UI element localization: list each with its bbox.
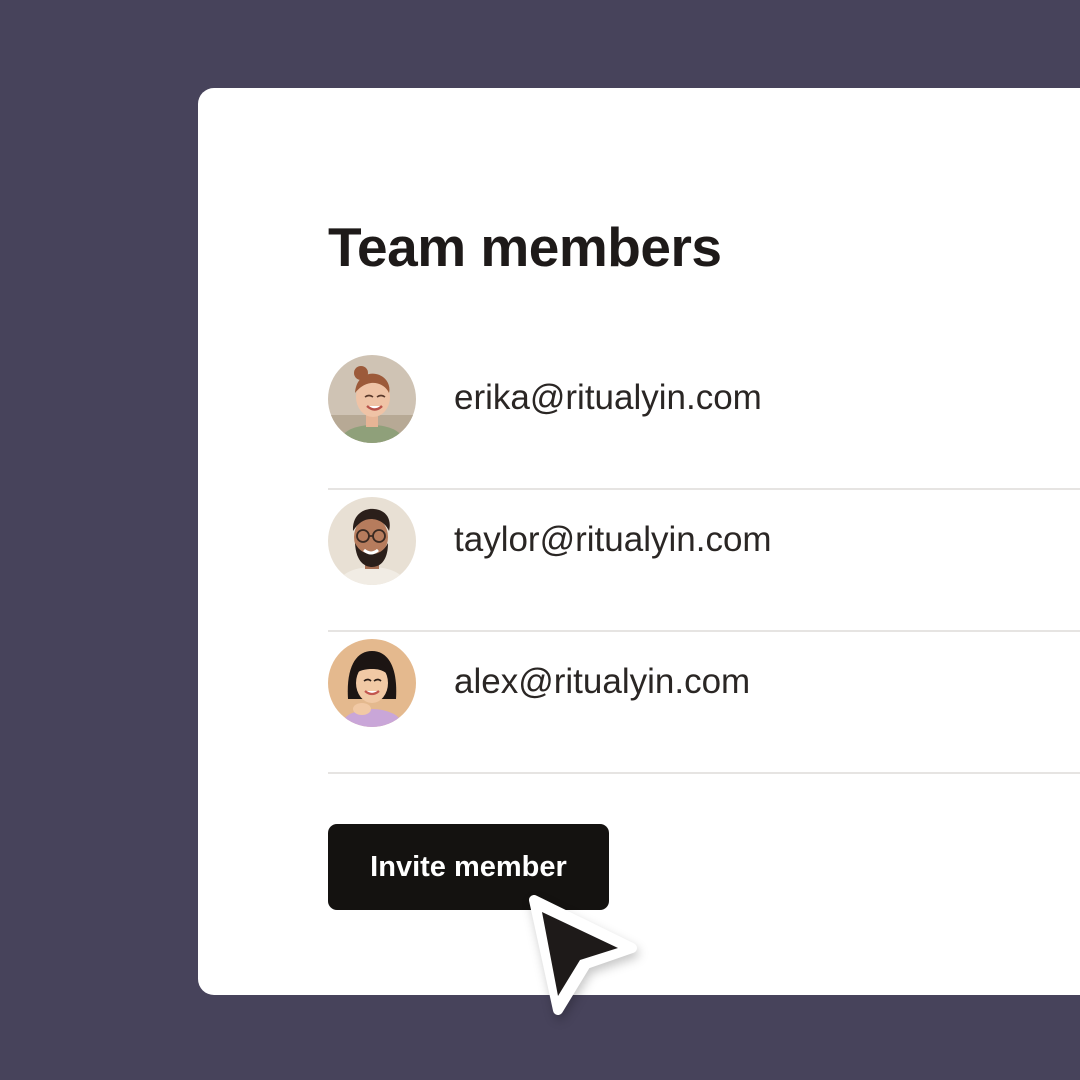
member-row[interactable]: taylor@ritualyin.com <box>328 490 1080 632</box>
avatar-photo-erika <box>328 355 416 443</box>
member-email: alex@ritualyin.com <box>454 662 751 701</box>
member-email: erika@ritualyin.com <box>454 378 762 417</box>
team-members-card: Team members erika@ritualyin.com taylor@… <box>198 88 1080 995</box>
member-row[interactable]: erika@ritualyin.com <box>328 348 1080 490</box>
avatar <box>328 639 416 727</box>
member-row[interactable]: alex@ritualyin.com <box>328 632 1080 774</box>
member-list: erika@ritualyin.com taylor@ritualyin.com <box>328 348 1080 774</box>
page-title: Team members <box>328 216 722 278</box>
cursor-arrow-icon <box>529 895 637 1015</box>
avatar <box>328 497 416 585</box>
avatar-photo-taylor <box>328 497 416 585</box>
avatar-photo-alex <box>328 639 416 727</box>
avatar <box>328 355 416 443</box>
member-email: taylor@ritualyin.com <box>454 520 772 559</box>
